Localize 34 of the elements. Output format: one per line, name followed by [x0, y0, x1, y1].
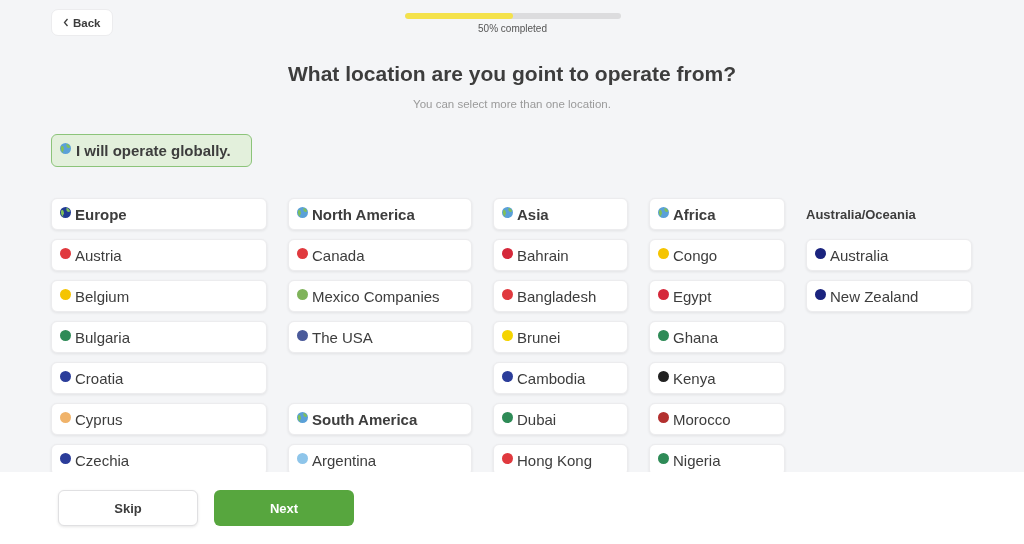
location-option[interactable]: Cyprus	[51, 403, 267, 435]
location-option[interactable]: Mexico Companies	[288, 280, 472, 312]
location-option[interactable]: Kenya	[649, 362, 785, 394]
location-option[interactable]: Africa	[649, 198, 785, 230]
location-option[interactable]: Egypt	[649, 280, 785, 312]
page-subtitle: You can select more than one location.	[412, 98, 612, 110]
location-option[interactable]: Asia	[493, 198, 628, 230]
location-option[interactable]: Belgium	[51, 280, 267, 312]
page-title: What location are you goint to operate from?	[287, 62, 737, 86]
location-option[interactable]: Canada	[288, 239, 472, 271]
location-option[interactable]: Europe	[51, 198, 267, 230]
chevron-left-icon	[63, 18, 69, 27]
location-option[interactable]: Brunei	[493, 321, 628, 353]
location-option[interactable]: New Zealand	[806, 280, 972, 312]
location-option[interactable]: Bahrain	[493, 239, 628, 271]
location-option[interactable]: The USA	[288, 321, 472, 353]
skip-button[interactable]: Skip	[58, 490, 198, 526]
location-option[interactable]: Austria	[51, 239, 267, 271]
global-option[interactable]: I will operate globally.	[51, 134, 252, 167]
location-option[interactable]: North America	[288, 198, 472, 230]
location-option[interactable]: Congo	[649, 239, 785, 271]
location-option[interactable]: South America	[288, 403, 472, 435]
location-option[interactable]: Morocco	[649, 403, 785, 435]
progress-label: 50% completed	[478, 23, 547, 34]
location-option[interactable]: Dubai	[493, 403, 628, 435]
globe-icon	[60, 143, 71, 154]
back-button[interactable]: Back	[51, 9, 113, 36]
location-option[interactable]: Croatia	[51, 362, 267, 394]
location-option[interactable]: Australia	[806, 239, 972, 271]
location-option[interactable]: Cambodia	[493, 362, 628, 394]
location-option[interactable]: Ghana	[649, 321, 785, 353]
location-option[interactable]: Bulgaria	[51, 321, 267, 353]
group-heading: Australia/Oceania	[806, 205, 917, 224]
location-option[interactable]: Bangladesh	[493, 280, 628, 312]
